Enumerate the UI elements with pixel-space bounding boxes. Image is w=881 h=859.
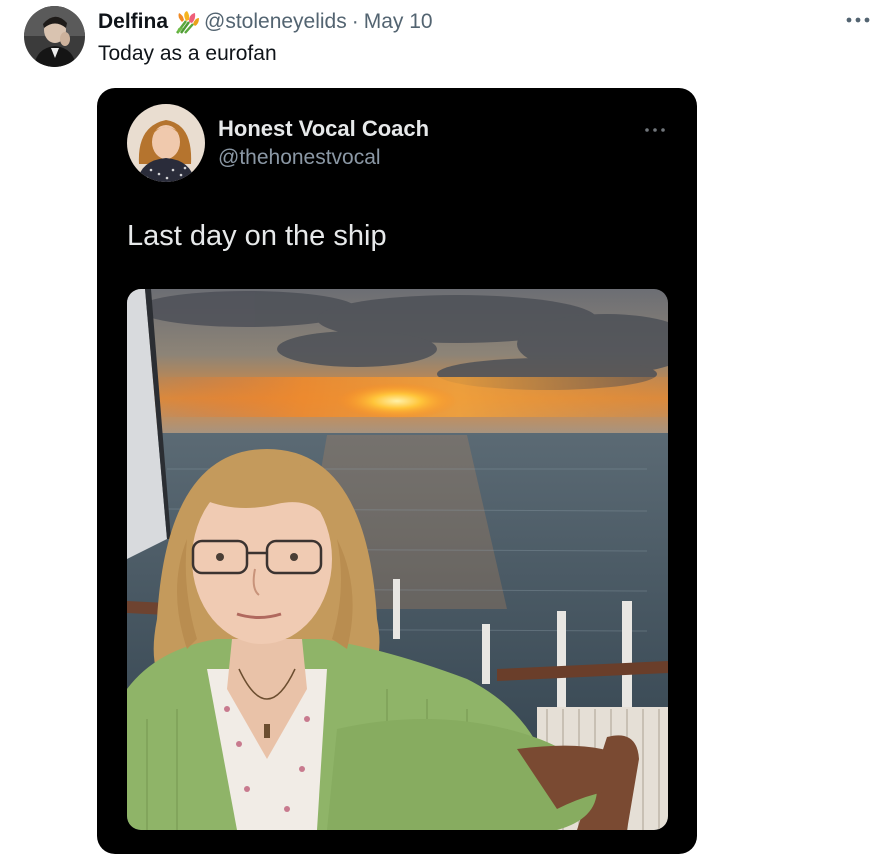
embedded-author-avatar [127,104,205,182]
sunset-sea-selfie-photo [127,289,668,830]
embedded-post-text: Last day on the ship [127,220,387,252]
tulip-bouquet-icon [172,9,200,35]
embedded-author-name: Honest Vocal Coach [218,116,430,141]
post-text: Today as a eurofan [98,42,277,65]
embedded-author-handle: @thehonestvocal [218,146,381,169]
tweet: Delfina @stoleneyelids · May 10 Today as… [0,0,881,859]
post-date[interactable]: May 10 [364,10,433,34]
author-avatar[interactable] [24,6,85,67]
attached-image[interactable]: Honest Vocal Coach @thehonestvocal Last … [97,88,697,854]
more-options-button[interactable] [845,10,871,30]
tweet-header: Delfina @stoleneyelids · May 10 [98,8,433,36]
header-separator: · [351,10,359,33]
embedded-more-icon [643,122,667,132]
more-horizontal-icon [846,17,870,23]
author-name[interactable]: Delfina [98,10,168,34]
author-handle[interactable]: @stoleneyelids [204,10,347,34]
